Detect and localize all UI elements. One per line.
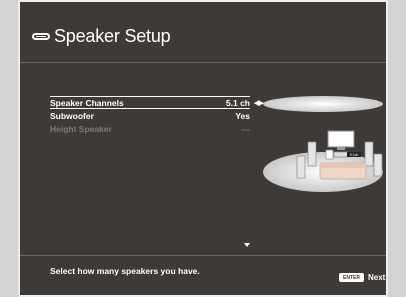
title-divider (20, 62, 386, 63)
outer-frame: Speaker Setup Speaker Channels 5.1 ch ◀▶… (18, 0, 388, 297)
title-area: Speaker Setup (32, 22, 171, 50)
menu-item-speaker-channels[interactable]: Speaker Channels 5.1 ch ◀▶ (50, 96, 264, 109)
menu-item-height-speaker: Height Speaker --- (50, 122, 250, 135)
menu-item-value: --- (241, 124, 251, 134)
settings-menu: Speaker Channels 5.1 ch ◀▶ Subwoofer Yes… (50, 96, 264, 135)
speaker-layout-diagram: 5.1ch (263, 96, 383, 192)
menu-item-value: 5.1 ch (225, 98, 250, 108)
speaker-setup-screen: Speaker Setup Speaker Channels 5.1 ch ◀▶… (20, 2, 386, 295)
scroll-down-icon (244, 243, 250, 247)
menu-item-label: Height Speaker (50, 124, 112, 134)
ceiling-ellipse (263, 96, 383, 112)
center-speaker-icon (333, 151, 349, 158)
surround-left-speaker-icon (296, 155, 306, 179)
footer-divider (20, 255, 386, 256)
surround-right-speaker-icon (373, 153, 383, 177)
menu-item-label: Subwoofer (50, 111, 94, 121)
front-left-speaker-icon (307, 141, 317, 167)
menu-item-value: Yes (235, 111, 250, 121)
menu-item-label: Speaker Channels (50, 98, 124, 108)
help-text: Select how many speakers you have. (50, 266, 200, 276)
menu-item-subwoofer[interactable]: Subwoofer Yes (50, 109, 250, 122)
tv-icon (327, 130, 355, 148)
subwoofer-icon (325, 149, 334, 160)
enter-button-icon[interactable]: ENTER (339, 273, 364, 282)
speaker-setup-icon (32, 32, 50, 40)
next-label: Next (368, 273, 386, 282)
page-title: Speaker Setup (54, 25, 171, 46)
title-bar: Speaker Setup (20, 2, 386, 62)
front-right-speaker-icon (364, 141, 374, 167)
channel-display-label: 5.1ch (350, 153, 359, 157)
